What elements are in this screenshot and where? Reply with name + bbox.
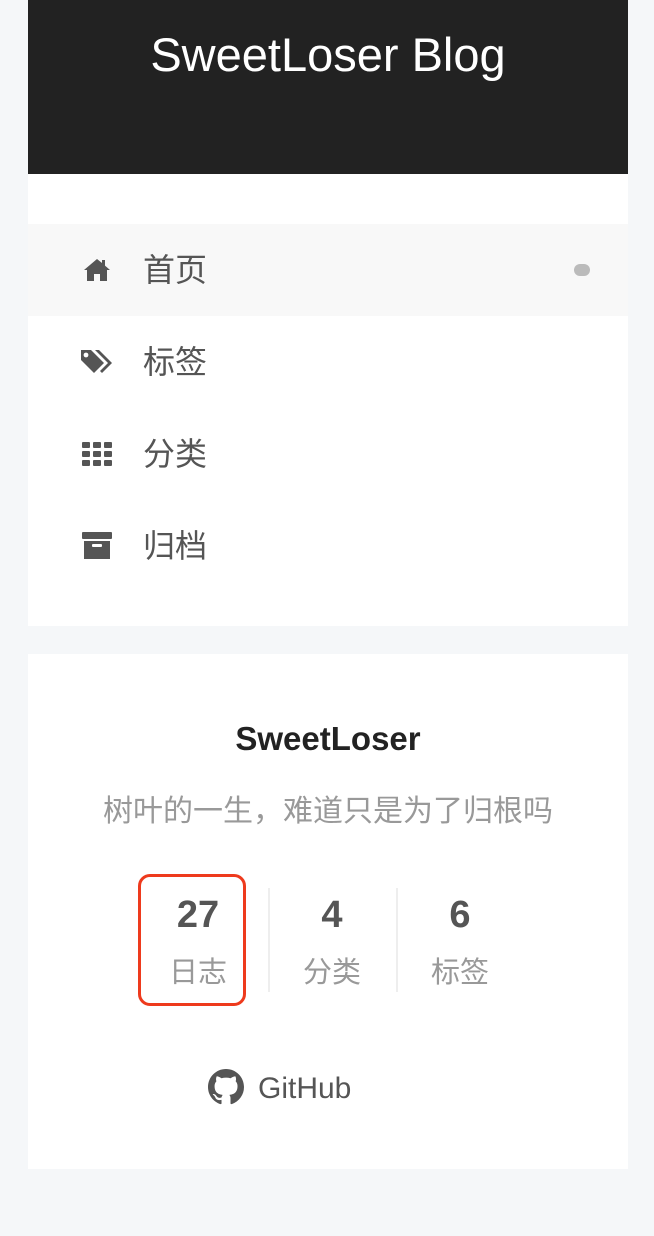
menu-label-categories: 分类 <box>143 435 208 473</box>
stat-tags[interactable]: 6 标签 <box>396 874 524 1006</box>
site-title[interactable]: SweetLoser Blog <box>150 26 505 174</box>
author-name: SweetLoser <box>235 720 421 757</box>
author-description: 树叶的一生，难道只是为了归根吗 <box>103 794 553 829</box>
menu-label-tags: 标签 <box>143 343 208 381</box>
grid-icon <box>79 436 115 472</box>
site-header: SweetLoser Blog <box>28 0 628 174</box>
archive-icon <box>79 528 115 564</box>
menu-item-categories[interactable]: 分类 <box>28 408 628 500</box>
github-link[interactable]: GitHub <box>208 1064 351 1114</box>
sidebar-column: SweetLoser Blog 首页 标签 分类 归档 SweetLoser 树… <box>28 0 628 1169</box>
menu-item-home[interactable]: 首页 <box>28 224 628 316</box>
tags-icon <box>79 344 115 380</box>
github-icon <box>208 1069 244 1109</box>
menu-label-archives: 归档 <box>143 527 208 565</box>
stat-categories-count: 4 <box>321 894 343 936</box>
menu-label-home: 首页 <box>143 251 208 289</box>
stat-categories[interactable]: 4 分类 <box>268 874 396 1006</box>
menu-item-tags[interactable]: 标签 <box>28 316 628 408</box>
author-panel: SweetLoser 树叶的一生，难道只是为了归根吗 27 日志 4 分类 6 … <box>28 654 628 1169</box>
stat-tags-label: 标签 <box>430 955 489 989</box>
stat-posts-count: 27 <box>176 894 220 936</box>
stat-tags-count: 6 <box>449 894 471 936</box>
site-menu: 首页 标签 分类 归档 <box>28 174 628 626</box>
active-indicator <box>574 264 590 276</box>
stat-categories-label: 分类 <box>302 955 361 989</box>
github-label: GitHub <box>258 1072 352 1105</box>
site-stats: 27 日志 4 分类 6 标签 <box>138 874 523 1006</box>
stat-posts-label: 日志 <box>168 955 227 989</box>
stat-posts[interactable]: 27 日志 <box>138 874 266 1006</box>
home-icon <box>79 252 115 288</box>
menu-item-archives[interactable]: 归档 <box>28 500 628 592</box>
